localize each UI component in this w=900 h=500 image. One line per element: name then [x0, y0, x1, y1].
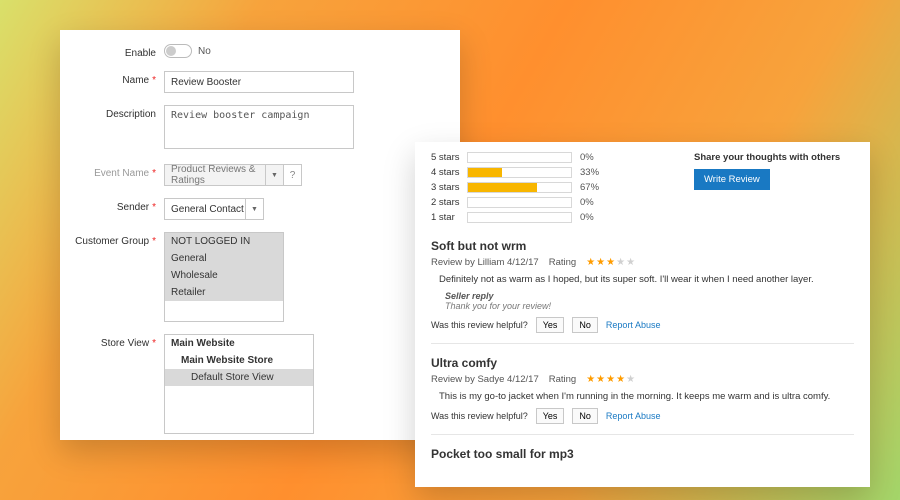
- toggle-track: [164, 44, 192, 58]
- star-icon: ★: [596, 375, 605, 385]
- helpful-yes-button[interactable]: Yes: [536, 408, 565, 424]
- enable-value: No: [198, 46, 211, 57]
- label-enable: Enable: [64, 44, 164, 59]
- star-rating: ★★★★★: [586, 375, 635, 385]
- label-name: Name*: [64, 71, 164, 86]
- star-rating: ★★★★★: [586, 258, 635, 268]
- star-icon: ★: [586, 375, 595, 385]
- review-meta: Review by Sadye 4/12/17 Rating ★★★★★: [431, 374, 854, 385]
- helpful-row: Was this review helpful? Yes No Report A…: [431, 317, 854, 333]
- review-title: Pocket too small for mp3: [431, 447, 854, 461]
- label-store-view: Store View*: [64, 334, 164, 349]
- toggle-knob: [166, 46, 176, 56]
- bar-track: [467, 152, 572, 163]
- star-icon: ★: [586, 258, 595, 268]
- list-item[interactable]: Retailer: [165, 284, 283, 301]
- sender-select[interactable]: General Contact ▼: [164, 198, 264, 220]
- bar-track: [467, 212, 572, 223]
- row-event: Event Name* Product Reviews & Ratings ▼ …: [64, 164, 448, 186]
- bar-row-4: 4 stars 33%: [431, 167, 694, 178]
- star-icon: ★: [616, 258, 625, 268]
- review-title: Soft but not wrm: [431, 239, 854, 253]
- review-body: Definitely not as warm as I hoped, but i…: [439, 274, 854, 285]
- label-event: Event Name*: [64, 164, 164, 179]
- label-description: Description: [64, 105, 164, 120]
- star-icon: ★: [606, 258, 615, 268]
- helpful-no-button[interactable]: No: [572, 408, 598, 424]
- star-icon: ★: [626, 375, 635, 385]
- review-meta: Review by Lilliam 4/12/17 Rating ★★★★★: [431, 257, 854, 268]
- chevron-down-icon: ▼: [265, 165, 283, 185]
- event-value: Product Reviews & Ratings: [171, 164, 277, 186]
- bar-track: [467, 197, 572, 208]
- tree-root[interactable]: Main Website: [165, 335, 313, 352]
- row-name: Name*: [64, 71, 448, 93]
- description-textarea[interactable]: Review booster campaign: [164, 105, 354, 149]
- list-item[interactable]: Wholesale: [165, 267, 283, 284]
- bar-fill: [468, 183, 537, 192]
- enable-toggle[interactable]: No: [164, 44, 448, 58]
- name-input[interactable]: [164, 71, 354, 93]
- sender-value: General Contact: [171, 204, 244, 215]
- review-title: Ultra comfy: [431, 356, 854, 370]
- bar-row-1: 1 star 0%: [431, 212, 694, 223]
- tree-view[interactable]: Default Store View: [165, 369, 313, 386]
- bar-row-2: 2 stars 0%: [431, 197, 694, 208]
- store-view-tree[interactable]: Main Website Main Website Store Default …: [164, 334, 314, 434]
- helpful-no-button[interactable]: No: [572, 317, 598, 333]
- review-item: Pocket too small for mp3: [431, 435, 854, 461]
- share-title: Share your thoughts with others: [694, 152, 854, 163]
- bar-row-3: 3 stars 67%: [431, 182, 694, 193]
- seller-reply: Seller reply Thank you for your review!: [445, 291, 854, 311]
- rating-bars: 5 stars 0% 4 stars 33% 3 stars 67% 2 sta…: [431, 152, 694, 227]
- report-abuse-link[interactable]: Report Abuse: [606, 411, 661, 421]
- bar-track: [467, 167, 572, 178]
- row-customer-group: Customer Group* NOT LOGGED IN General Wh…: [64, 232, 448, 322]
- list-item[interactable]: NOT LOGGED IN: [165, 233, 283, 250]
- review-byline: Review by Sadye 4/12/17: [431, 374, 539, 385]
- chevron-down-icon: ▼: [245, 199, 263, 219]
- tree-store[interactable]: Main Website Store: [165, 352, 313, 369]
- review-byline: Review by Lilliam 4/12/17: [431, 257, 539, 268]
- admin-form-panel: Enable No Name* Description Review boost…: [60, 30, 460, 440]
- seller-reply-body: Thank you for your review!: [445, 301, 854, 311]
- share-block: Share your thoughts with others Write Re…: [694, 152, 854, 227]
- row-enable: Enable No: [64, 44, 448, 59]
- helpful-row: Was this review helpful? Yes No Report A…: [431, 408, 854, 424]
- bar-row-5: 5 stars 0%: [431, 152, 694, 163]
- reviews-panel: 5 stars 0% 4 stars 33% 3 stars 67% 2 sta…: [415, 142, 870, 487]
- seller-reply-heading: Seller reply: [445, 291, 854, 301]
- review-item: Ultra comfy Review by Sadye 4/12/17 Rati…: [431, 344, 854, 435]
- bar-fill: [468, 168, 502, 177]
- bar-track: [467, 182, 572, 193]
- star-icon: ★: [616, 375, 625, 385]
- list-item[interactable]: General: [165, 250, 283, 267]
- row-store-view: Store View* Main Website Main Website St…: [64, 334, 448, 434]
- row-sender: Sender* General Contact ▼: [64, 198, 448, 220]
- star-icon: ★: [626, 258, 635, 268]
- helpful-yes-button[interactable]: Yes: [536, 317, 565, 333]
- label-customer-group: Customer Group*: [64, 232, 164, 247]
- report-abuse-link[interactable]: Report Abuse: [606, 320, 661, 330]
- row-description: Description Review booster campaign: [64, 105, 448, 152]
- write-review-button[interactable]: Write Review: [694, 169, 770, 190]
- star-icon: ★: [596, 258, 605, 268]
- customer-group-listbox[interactable]: NOT LOGGED IN General Wholesale Retailer: [164, 232, 284, 322]
- event-select: Product Reviews & Ratings ▼: [164, 164, 284, 186]
- star-icon: ★: [606, 375, 615, 385]
- review-body: This is my go-to jacket when I'm running…: [439, 391, 854, 402]
- helpful-prompt: Was this review helpful?: [431, 411, 528, 421]
- helpful-prompt: Was this review helpful?: [431, 320, 528, 330]
- ratings-summary: 5 stars 0% 4 stars 33% 3 stars 67% 2 sta…: [431, 152, 854, 227]
- label-sender: Sender*: [64, 198, 164, 213]
- review-item: Soft but not wrm Review by Lilliam 4/12/…: [431, 227, 854, 344]
- event-info-button[interactable]: ?: [284, 164, 302, 186]
